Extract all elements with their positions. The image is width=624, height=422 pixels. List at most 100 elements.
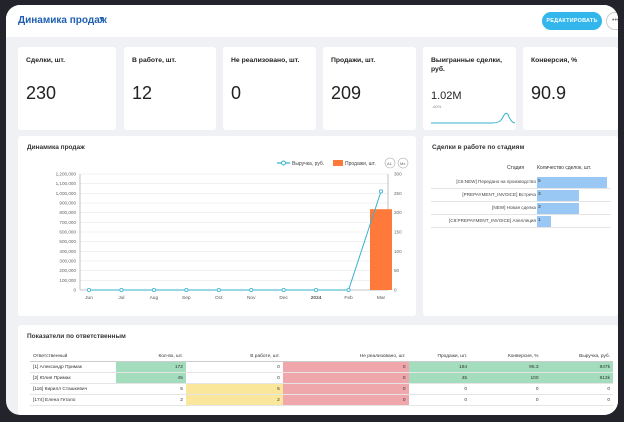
edit-button[interactable]: РЕДАКТИРОВАТЬ: [542, 12, 602, 30]
more-options-button[interactable]: •••: [606, 12, 618, 30]
revenue-line: [89, 191, 382, 291]
column-header[interactable]: Выручка, руб.: [541, 352, 613, 362]
x-tick-label: Nov: [247, 295, 256, 301]
stages-col-count[interactable]: Количество сделок, шт.: [537, 165, 591, 171]
table-cell: 5: [185, 383, 283, 395]
table-cell: 164: [408, 361, 471, 373]
column-header[interactable]: Продажи, шт.: [408, 352, 471, 362]
y-left-tick-label: 700,000: [59, 220, 76, 225]
stage-label: [C8:PREPAYMENT_INVOICE] Апелляция: [449, 218, 536, 223]
y-left-tick-label: 200,000: [59, 268, 76, 273]
legend-bar-marker: [333, 160, 343, 166]
sales-chart-panel: Динамика продаж Выручка, руб. Продажи, ш…: [18, 136, 416, 316]
table-cell: 0: [282, 394, 409, 406]
revenue-point[interactable]: [87, 287, 92, 292]
revenue-point[interactable]: [346, 287, 351, 292]
table-row[interactable]: [1] Александр Примак 172 0 0 164 95.3 847k: [30, 361, 613, 373]
sales-bar[interactable]: [370, 209, 392, 290]
y-left-tick-label: 300,000: [59, 259, 76, 264]
kpi-card-won-deals: Выигранные сделки, руб. 1.02M -60%: [423, 47, 516, 130]
legend-label-revenue[interactable]: Выручка, руб.: [292, 161, 324, 167]
y-right-tick-label: 300: [394, 172, 402, 177]
list-item[interactable]: [C8:PREPAYMENT_INVOICE] Апелляция 1: [431, 215, 611, 228]
x-tick-label: Oct: [215, 295, 223, 301]
chart-toggle-b-label: Mx: [400, 161, 405, 166]
app-window: Динамика продаж ▼ РЕДАКТИРОВАТЬ ••• Сдел…: [6, 5, 618, 415]
legend-label-sales[interactable]: Продажи, шт.: [345, 161, 376, 167]
table-row[interactable]: [116] Кирилл Сташкевич 5 5 0 0 0 0: [30, 383, 613, 395]
page-title[interactable]: Динамика продаж: [18, 15, 107, 26]
x-tick-label: Jun: [85, 295, 93, 301]
y-left-tick-label: 800,000: [59, 210, 76, 215]
stages-panel: Сделки в работе по стадиям Стадия Количе…: [423, 136, 618, 316]
table-cell: 0: [541, 383, 613, 395]
table-cell: 813k: [541, 372, 613, 384]
y-right-tick-label: 250: [394, 191, 402, 196]
y-left-tick-label: 1,200,000: [56, 172, 77, 177]
y-right-tick-label: 150: [394, 230, 402, 235]
kpi-card-conversion: Конверсия, % 90.9: [523, 47, 618, 130]
y-right-tick-label: 100: [394, 249, 402, 254]
table-cell: [116] Кирилл Сташкевич: [30, 383, 116, 395]
sales-chart: Выручка, руб. Продажи, шт. A1 Mx 0 100,00…: [56, 157, 409, 301]
column-header[interactable]: Не реализовано, шт.: [282, 352, 409, 362]
stage-label: [NEW] Новая сделка: [492, 205, 536, 210]
kpi-value: 209: [331, 83, 362, 103]
table-row[interactable]: [174] Елена Гетало 2 2 0 0 0 0: [30, 394, 613, 406]
y-left-tick-label: 900,000: [59, 201, 76, 206]
table-cell: 172: [115, 361, 186, 373]
table-cell: 2: [115, 394, 186, 406]
kpi-value: 230: [26, 83, 57, 103]
kpi-card-sales: Продажи, шт. 209: [323, 47, 416, 130]
table-cell: 45: [115, 372, 186, 384]
column-header[interactable]: В работе, шт.: [185, 352, 283, 362]
chevron-down-icon[interactable]: ▼: [98, 16, 105, 23]
revenue-point[interactable]: [314, 287, 319, 292]
column-header[interactable]: Кол-во, шт.: [115, 352, 186, 362]
y-left-tick-label: 1,000,000: [56, 191, 77, 196]
revenue-point[interactable]: [378, 189, 383, 194]
list-item[interactable]: [C6:NEW] Передано на производство 5: [431, 176, 611, 189]
kpi-label: Конверсия, %: [531, 57, 578, 64]
list-item[interactable]: [NEW] Новая сделка 3: [431, 202, 611, 215]
stage-count-bar: [537, 203, 579, 214]
x-tick-label: Dec: [279, 295, 288, 301]
responsible-panel: Показатели по ответственным Ответственны…: [18, 325, 618, 415]
table-cell: 2: [185, 394, 283, 406]
table-cell: 847k: [541, 361, 613, 373]
y-left-tick-label: 500,000: [59, 239, 76, 244]
table-cell: 0: [282, 361, 409, 373]
revenue-point[interactable]: [216, 287, 221, 292]
x-tick-label: Feb: [344, 295, 353, 301]
kpi-sparkline: [431, 112, 516, 124]
revenue-point[interactable]: [249, 287, 254, 292]
table-cell: [2] Юлия Примак: [30, 372, 116, 384]
kpi-value: 90.9: [531, 83, 567, 103]
revenue-point[interactable]: [281, 287, 286, 292]
stages-col-stage[interactable]: Стадия: [507, 165, 524, 171]
column-header[interactable]: Конверсия, %: [470, 352, 542, 362]
revenue-point[interactable]: [119, 287, 124, 292]
stage-label: [C6:NEW] Передано на производство: [456, 179, 536, 184]
table-cell: 0: [282, 372, 409, 384]
x-tick-label: 2024: [311, 295, 322, 301]
stage-label: [PREPAYMENT_INVOICE] Встреча: [462, 192, 536, 197]
y-left-tick-label: 600,000: [59, 230, 76, 235]
column-header[interactable]: Ответственный: [30, 352, 116, 362]
x-tick-label: Sep: [182, 295, 191, 301]
revenue-point[interactable]: [184, 287, 189, 292]
stage-count: 1: [538, 218, 541, 223]
legend-line-dot: [281, 160, 286, 166]
kpi-value: 0: [231, 83, 242, 103]
kpi-label: Не реализовано, шт.: [231, 57, 300, 64]
list-item[interactable]: [PREPAYMENT_INVOICE] Встреча 3: [431, 189, 611, 202]
stage-count-bar: [537, 177, 607, 188]
table-cell: 0: [470, 383, 542, 395]
stage-count: 5: [538, 179, 541, 184]
x-tick-label: Mar: [377, 295, 386, 301]
table-row[interactable]: [2] Юлия Примак 45 0 0 45 100 813k: [30, 372, 613, 384]
panel-title: Сделки в работе по стадиям: [432, 144, 525, 151]
revenue-point[interactable]: [151, 287, 156, 292]
stage-count: 3: [538, 192, 541, 197]
kpi-label: Сделки, шт.: [26, 57, 65, 64]
